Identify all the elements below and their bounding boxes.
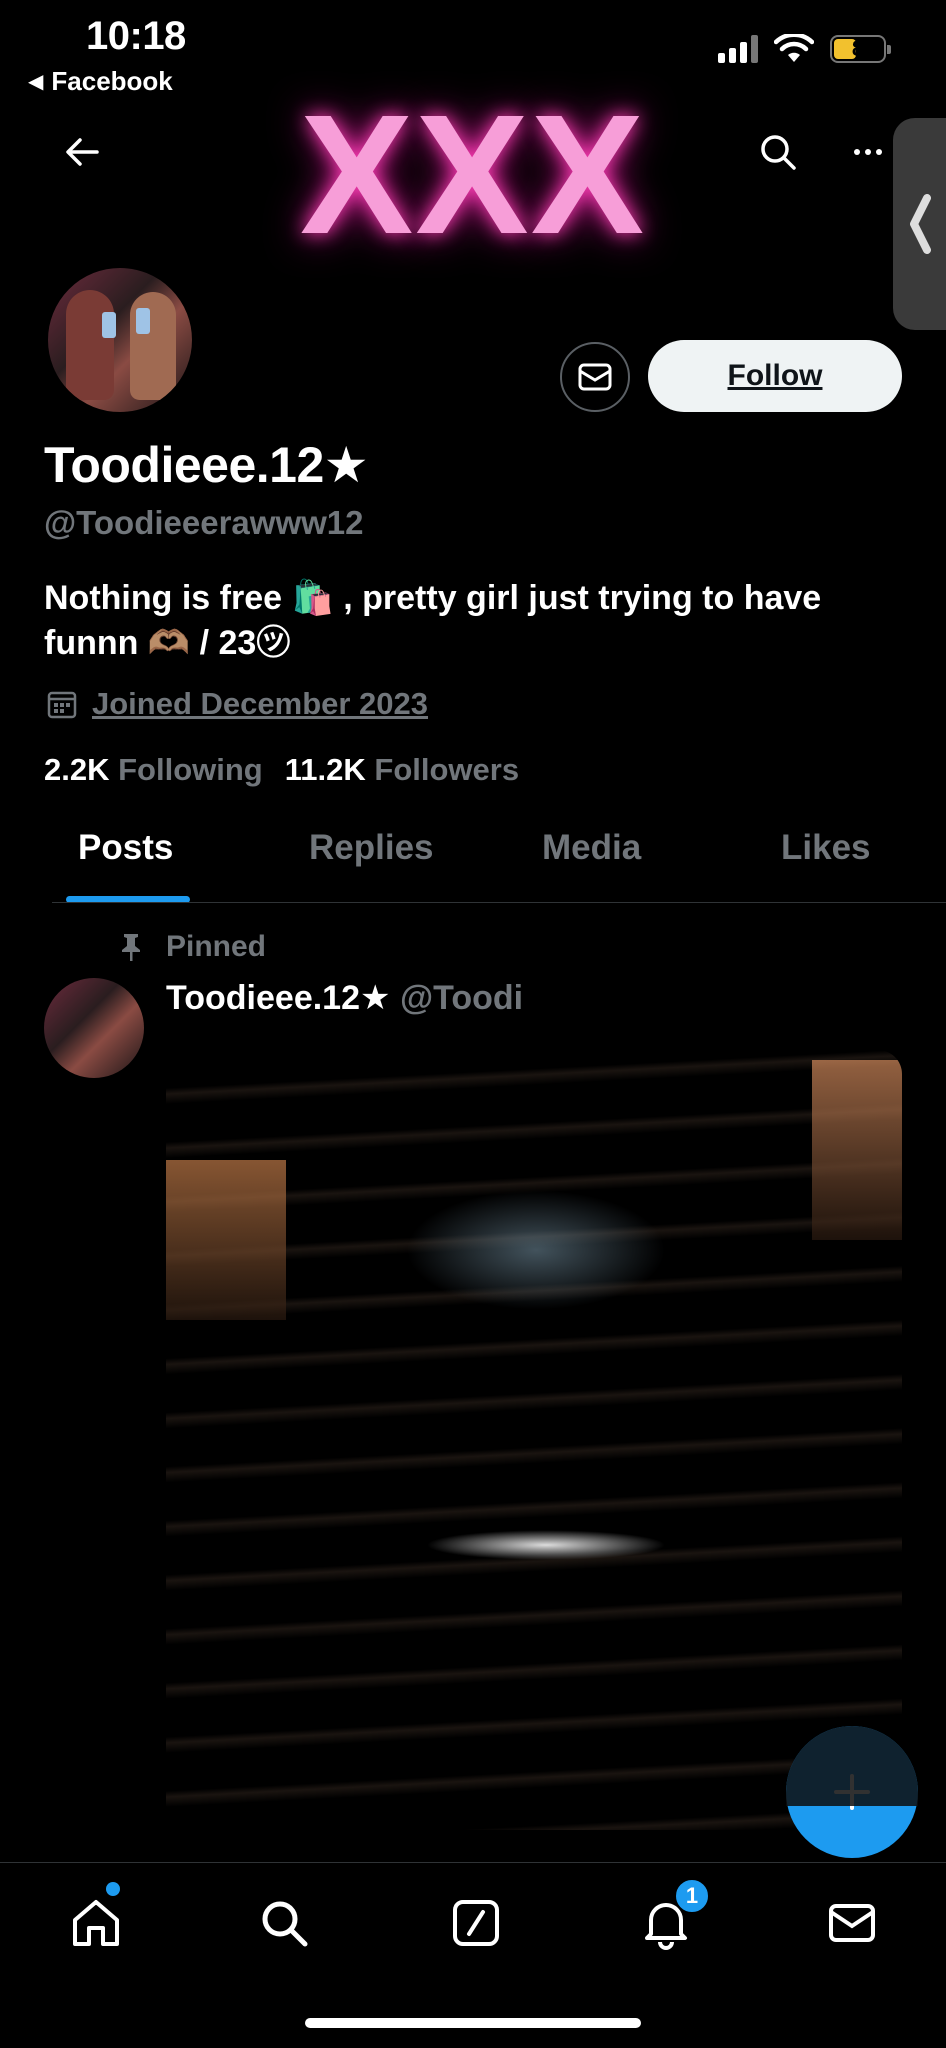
explore-search-icon[interactable] xyxy=(254,1893,314,1953)
joined-label: Joined December 2023 xyxy=(92,686,429,721)
back-arrow-icon[interactable] xyxy=(60,130,104,174)
envelope-icon xyxy=(578,363,612,391)
pinned-label: Pinned xyxy=(166,930,267,963)
grok-compose-icon[interactable] xyxy=(446,1893,506,1953)
following-count: 2.2K xyxy=(44,752,110,787)
battery-level: 8 xyxy=(851,36,865,61)
profile-handle: @Toodieeerawww12 xyxy=(44,504,364,541)
status-time: 10:18 xyxy=(86,14,186,58)
profile-bio: Nothing is free 🛍️ , pretty girl just tr… xyxy=(44,576,904,666)
back-triangle-icon: ◀ xyxy=(28,71,44,93)
more-options-icon[interactable] xyxy=(846,130,890,174)
wifi-icon xyxy=(774,34,814,62)
profile-display-name: Toodieee.12★ xyxy=(44,437,369,493)
follow-button[interactable]: Follow xyxy=(648,340,902,412)
bio-line-1: Nothing is free 🛍️ , pretty girl just tr… xyxy=(44,579,822,617)
following-link[interactable]: 2.2K Following xyxy=(44,752,263,788)
post-author-avatar[interactable] xyxy=(44,978,144,1078)
profile-tabs: Posts Replies Media Likes xyxy=(52,828,946,904)
notifications-badge: 1 xyxy=(674,1878,710,1914)
battery-icon: 8 xyxy=(830,35,891,63)
tab-likes[interactable]: Likes xyxy=(781,828,871,868)
home-unread-dot xyxy=(106,1882,120,1896)
pin-icon xyxy=(122,934,140,961)
home-icon[interactable] xyxy=(66,1893,126,1953)
followers-label: Followers xyxy=(374,752,520,787)
bio-line-2: funnn 🫶🏽 / 23㋡ xyxy=(44,623,291,662)
tab-posts[interactable]: Posts xyxy=(78,828,173,868)
home-indicator[interactable] xyxy=(305,2018,641,2028)
follow-stats: 2.2K Following 11.2K Followers xyxy=(44,752,519,788)
post-author-handle: @Toodi xyxy=(399,979,524,1017)
message-button[interactable] xyxy=(560,342,630,412)
post-author[interactable]: Toodieee.12★ @Toodi xyxy=(166,978,566,1018)
post-author-name: Toodieee.12★ xyxy=(166,979,391,1017)
tabs-divider xyxy=(52,902,946,903)
search-icon[interactable] xyxy=(756,130,800,174)
followers-link[interactable]: 11.2K Followers xyxy=(285,752,519,788)
cellular-signal-icon xyxy=(718,35,758,63)
calendar-icon xyxy=(47,691,77,719)
messages-envelope-icon[interactable] xyxy=(822,1893,882,1953)
following-label: Following xyxy=(118,752,263,787)
followers-count: 11.2K xyxy=(284,752,366,787)
tab-media[interactable]: Media xyxy=(542,828,641,868)
tab-replies[interactable]: Replies xyxy=(309,828,434,868)
side-panel-handle[interactable] xyxy=(893,118,946,330)
chevron-left-icon xyxy=(909,194,931,254)
status-indicators: 8 xyxy=(718,34,891,64)
back-app-label: Facebook xyxy=(51,66,173,96)
banner-text: XXX xyxy=(299,80,647,270)
back-to-app-link[interactable]: ◀ Facebook xyxy=(28,66,173,97)
pinned-indicator: Pinned xyxy=(118,930,266,964)
post-media-image[interactable] xyxy=(166,1050,902,1830)
profile-avatar[interactable] xyxy=(44,264,196,416)
joined-date[interactable]: Joined December 2023 xyxy=(46,686,428,722)
